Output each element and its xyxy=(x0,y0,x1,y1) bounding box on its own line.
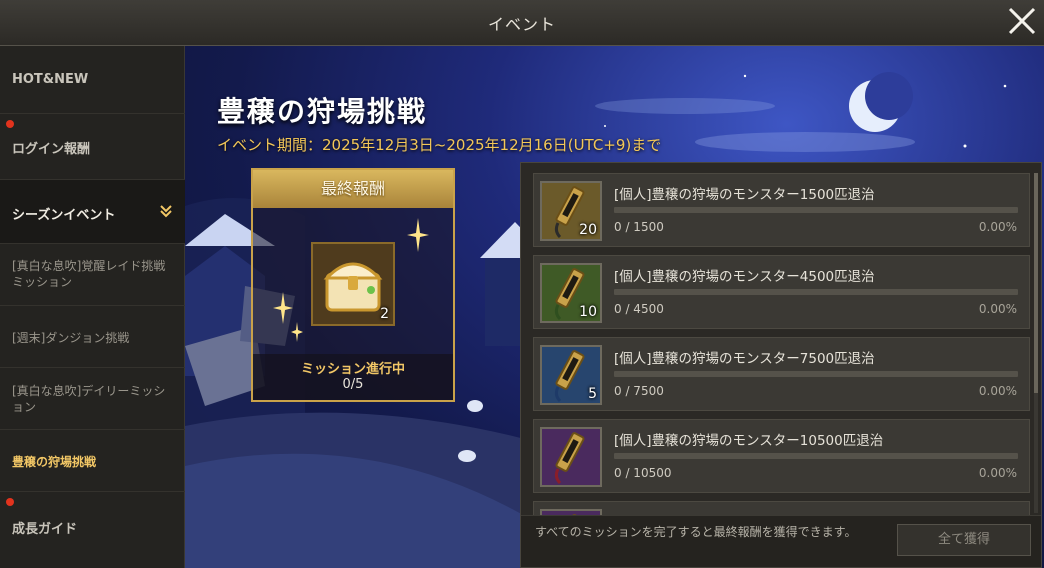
completion-note: すべてのミッションを完了すると最終報酬を獲得できます。 xyxy=(535,525,857,539)
mission-row: 10 [個人]豊穣の狩場のモンスター4500匹退治 0 / 4500 0.00% xyxy=(533,255,1030,329)
sidebar-item-weekend-dungeon[interactable]: [週末]ダンジョン挑戦 xyxy=(0,306,185,368)
mission-title: [個人]豊穣の狩場のモンスター1500匹退治 xyxy=(614,187,875,203)
sparkle-icon xyxy=(273,292,293,324)
mission-progress-bar xyxy=(614,207,1018,213)
mission-progress-text: 0 / 4500 xyxy=(614,302,664,316)
mission-percent: 0.00% xyxy=(978,466,1017,480)
mission-progress-bar xyxy=(614,453,1018,459)
mission-progress-bar xyxy=(614,289,1018,295)
mission-progress-text: 0 / 7500 xyxy=(614,384,664,398)
claim-all-button[interactable]: 全て獲得 xyxy=(897,524,1031,556)
mission-title: [個人]豊穣の狩場のモンスター7500匹退治 xyxy=(614,351,875,367)
mission-overall-progress: 0/5 xyxy=(342,377,364,392)
sidebar-item-hunting-ground[interactable]: 豊穣の狩場挑戦 xyxy=(0,430,185,492)
sidebar-item-label: 豊穣の狩場挑戦 xyxy=(12,455,97,469)
close-button[interactable] xyxy=(1004,3,1040,39)
reward-chest-slot[interactable]: 2 xyxy=(311,242,395,326)
mission-reward-slot[interactable]: 10 xyxy=(540,263,602,323)
sidebar-item-label: [真白な息吹]デイリーミッション xyxy=(12,384,166,414)
sparkle-icon xyxy=(407,218,429,252)
scroll-item-icon xyxy=(554,432,585,485)
final-reward-header: 最終報酬 xyxy=(253,170,453,208)
reward-item-count: 2 xyxy=(380,306,389,322)
mission-percent: 0.00% xyxy=(978,220,1017,234)
chevron-down-icon xyxy=(160,205,172,218)
mission-status: ミッション進行中 xyxy=(300,362,405,377)
mission-reward-count: 20 xyxy=(579,222,597,238)
mission-row: 20 [個人]豊穣の狩場のモンスター1500匹退治 0 / 1500 0.00% xyxy=(533,173,1030,247)
sidebar-item-growth-guide[interactable]: 成長ガイド xyxy=(0,492,185,568)
notification-dot xyxy=(6,120,14,128)
sidebar-item-hot-new[interactable]: HOT&NEW xyxy=(0,46,185,114)
sidebar-item-daily-mission[interactable]: [真白な息吹]デイリーミッション xyxy=(0,368,185,430)
mission-progress-text: 0 / 10500 xyxy=(614,466,672,480)
mission-progress-text: 0 / 1500 xyxy=(614,220,664,234)
scrollbar[interactable] xyxy=(1034,173,1038,513)
final-reward-card: 最終報酬 2 ミッション進行中 0/5 xyxy=(251,168,455,402)
mission-panel-footer: すべてのミッションを完了すると最終報酬を獲得できます。 全て獲得 xyxy=(521,515,1041,567)
sidebar-item-label: シーズンイベント xyxy=(12,208,116,223)
sidebar-item-label: [週末]ダンジョン挑戦 xyxy=(12,331,130,345)
event-content: 豊穣の狩場挑戦 イベント期間：2025年12月3日~2025年12月16日(UT… xyxy=(185,46,1044,568)
window-title: イベント xyxy=(487,15,556,34)
sparkle-icon xyxy=(291,322,303,342)
mission-row: [個人]豊穣の狩場のモンスター10500匹退治 0 / 10500 0.00% xyxy=(533,419,1030,493)
sidebar-item-login-reward[interactable]: ログイン報酬 xyxy=(0,114,185,180)
sidebar-item-season-event[interactable]: シーズンイベント xyxy=(0,180,185,244)
sidebar-item-label: 成長ガイド xyxy=(12,522,78,537)
sidebar-item-label: [真白な息吹]覚醒レイド挑戦ミッション xyxy=(12,259,166,289)
mission-title: [個人]豊穣の狩場のモンスター4500匹退治 xyxy=(614,269,875,285)
mission-percent: 0.00% xyxy=(978,384,1017,398)
event-period: イベント期間：2025年12月3日~2025年12月16日(UTC+9)まで xyxy=(217,136,662,154)
mission-reward-slot[interactable]: 5 xyxy=(540,345,602,405)
mission-reward-slot[interactable]: 20 xyxy=(540,181,602,241)
mission-reward-count: 5 xyxy=(588,386,597,402)
sidebar-item-label: ログイン報酬 xyxy=(12,142,91,157)
scrollbar-thumb[interactable] xyxy=(1034,173,1038,393)
mission-progress-bar xyxy=(614,371,1018,377)
close-icon xyxy=(1008,7,1036,35)
mission-row: 5 [個人]豊穣の狩場のモンスター7500匹退治 0 / 7500 0.00% xyxy=(533,337,1030,411)
mission-reward-slot[interactable] xyxy=(540,427,602,487)
title-bar: イベント xyxy=(0,0,1044,46)
mission-list-panel[interactable]: 20 [個人]豊穣の狩場のモンスター1500匹退治 0 / 1500 0.00% 10 [… xyxy=(520,162,1042,568)
mission-percent: 0.00% xyxy=(978,302,1017,316)
sidebar-item-raid-mission[interactable]: [真白な息吹]覚醒レイド挑戦ミッション xyxy=(0,244,185,306)
event-title: 豊穣の狩場挑戦 xyxy=(217,95,428,128)
mission-title: [個人]豊穣の狩場のモンスター10500匹退治 xyxy=(614,433,884,449)
notification-dot xyxy=(6,498,14,506)
mission-reward-count: 10 xyxy=(579,304,597,320)
event-sidebar: HOT&NEW ログイン報酬 シーズンイベント [真白な息吹]覚醒レイド挑戦ミッ… xyxy=(0,46,185,568)
sidebar-item-label: HOT&NEW xyxy=(12,72,89,87)
final-reward-footer: ミッション進行中 0/5 xyxy=(253,354,453,400)
